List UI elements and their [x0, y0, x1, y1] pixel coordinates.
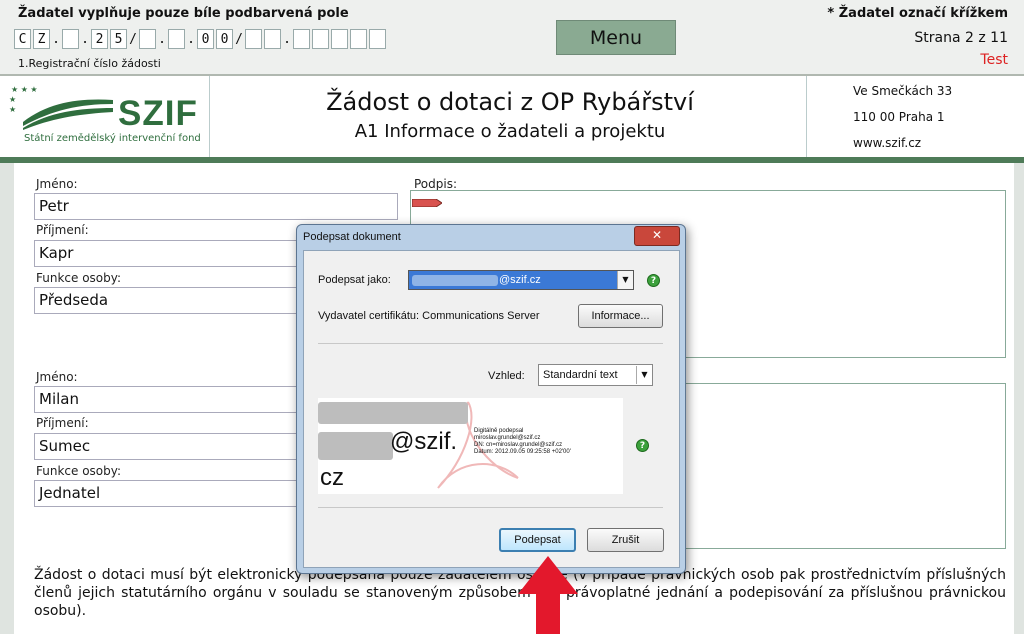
- right-margin-stripe: [1014, 163, 1024, 634]
- signature-preview: @szif. cz Digitálně podepsal miroslav.gr…: [318, 398, 623, 494]
- redacted-email: [412, 275, 498, 286]
- reg-cell[interactable]: [245, 29, 262, 49]
- reg-separator: .: [283, 31, 291, 47]
- reg-cell[interactable]: [139, 29, 156, 49]
- preview-details: Digitálně podepsal miroslav.grundel@szif…: [474, 428, 571, 456]
- sign-as-dropdown[interactable]: @szif.cz ▼: [408, 270, 634, 290]
- reg-cell[interactable]: 5: [110, 29, 127, 49]
- name-field[interactable]: Petr: [34, 193, 398, 220]
- svg-text:★: ★: [9, 105, 16, 114]
- mark-instruction-text: * Žadatel označí křížkem: [827, 6, 1008, 21]
- svg-text:★ ★ ★: ★ ★ ★: [11, 85, 38, 94]
- registration-number-label: 1.Registrační číslo žádosti: [18, 57, 161, 70]
- appearance-label: Vzhled:: [488, 370, 525, 382]
- divider: [318, 343, 663, 344]
- reg-cell[interactable]: [350, 29, 367, 49]
- reg-separator: /: [129, 31, 137, 47]
- redacted-name: [318, 432, 393, 460]
- header-green-bar: [0, 157, 1024, 163]
- dialog-title: Podepsat dokument: [303, 231, 401, 243]
- redacted-name: [318, 402, 468, 424]
- reg-cell[interactable]: 2: [91, 29, 108, 49]
- address-street: Ve Smečkách 33: [853, 84, 953, 98]
- left-margin-stripe: [0, 163, 14, 634]
- reg-cell[interactable]: C: [14, 29, 31, 49]
- cancel-button[interactable]: Zrušit: [587, 528, 664, 552]
- signature-marker-icon: [411, 192, 443, 208]
- reg-cell[interactable]: [168, 29, 185, 49]
- page-subtitle: A1 Informace o žadateli a projektu: [354, 121, 666, 142]
- chevron-down-icon[interactable]: ▼: [617, 271, 633, 289]
- reg-cell[interactable]: [264, 29, 281, 49]
- name-label: Jméno:: [36, 177, 78, 191]
- svg-text:★: ★: [9, 95, 16, 104]
- szif-logo-subtext: Státní zemědělský intervenční fond: [24, 133, 201, 144]
- eu-stars-icon: ★ ★ ★ ★ ★: [9, 82, 119, 134]
- preview-detail-line: DN: cn=miroslav.grundel@szif.cz: [474, 442, 563, 448]
- appearance-dropdown[interactable]: Standardní text ▼: [538, 364, 653, 386]
- chevron-down-icon[interactable]: ▼: [636, 366, 652, 384]
- szif-logo: SZIF: [118, 94, 198, 133]
- page-indicator: Strana 2 z 11: [914, 30, 1008, 46]
- certificate-issuer-text: Vydavatel certifikátu: Communications Se…: [318, 310, 540, 322]
- reg-cell[interactable]: 0: [197, 29, 214, 49]
- preview-detail-line: Digitálně podepsal: [474, 428, 524, 434]
- reg-separator: .: [187, 31, 195, 47]
- address-web: www.szif.cz: [853, 136, 922, 150]
- help-icon[interactable]: ?: [647, 274, 660, 287]
- page-title: Žádost o dotaci z OP Rybářství: [326, 88, 694, 116]
- reg-separator: .: [158, 31, 166, 47]
- name-label: Jméno:: [36, 370, 78, 384]
- surname-label: Příjmení:: [36, 223, 89, 237]
- sign-as-value: @szif.cz: [499, 274, 541, 286]
- function-label: Funkce osoby:: [36, 464, 122, 478]
- signature-label: Podpis:: [414, 177, 458, 191]
- reg-cell[interactable]: Z: [33, 29, 50, 49]
- reg-separator: /: [235, 31, 243, 47]
- sign-as-label: Podepsat jako:: [318, 274, 391, 286]
- reg-cell[interactable]: [293, 29, 310, 49]
- reg-cell[interactable]: [62, 29, 79, 49]
- pointer-arrow-icon: [518, 556, 578, 634]
- preview-detail-line: miroslav.grundel@szif.cz: [474, 435, 541, 441]
- reg-cell[interactable]: [369, 29, 386, 49]
- divider: [318, 507, 663, 508]
- appearance-value: Standardní text: [543, 369, 618, 381]
- reg-cell[interactable]: 0: [216, 29, 233, 49]
- preview-email-tld: cz: [320, 464, 344, 491]
- preview-email: @szif.: [390, 428, 458, 455]
- info-button[interactable]: Informace...: [578, 304, 663, 328]
- reg-separator: .: [52, 31, 60, 47]
- reg-cell[interactable]: [312, 29, 329, 49]
- menu-button[interactable]: Menu: [556, 20, 676, 55]
- surname-label: Příjmení:: [36, 416, 89, 430]
- registration-number-field[interactable]: C Z.. 2 5/.. 0 0/.: [14, 28, 388, 50]
- address-city: 110 00 Praha 1: [853, 110, 945, 124]
- test-label: Test: [980, 52, 1008, 68]
- reg-cell[interactable]: [331, 29, 348, 49]
- reg-separator: .: [81, 31, 89, 47]
- help-icon[interactable]: ?: [636, 439, 649, 452]
- instruction-text: Žadatel vyplňuje pouze bíle podbarvená p…: [18, 6, 349, 21]
- close-icon[interactable]: ✕: [634, 226, 680, 246]
- function-label: Funkce osoby:: [36, 271, 122, 285]
- sign-button[interactable]: Podepsat: [499, 528, 576, 552]
- preview-detail-line: Datum: 2012.09.05 09:25:58 +02'00': [474, 449, 571, 455]
